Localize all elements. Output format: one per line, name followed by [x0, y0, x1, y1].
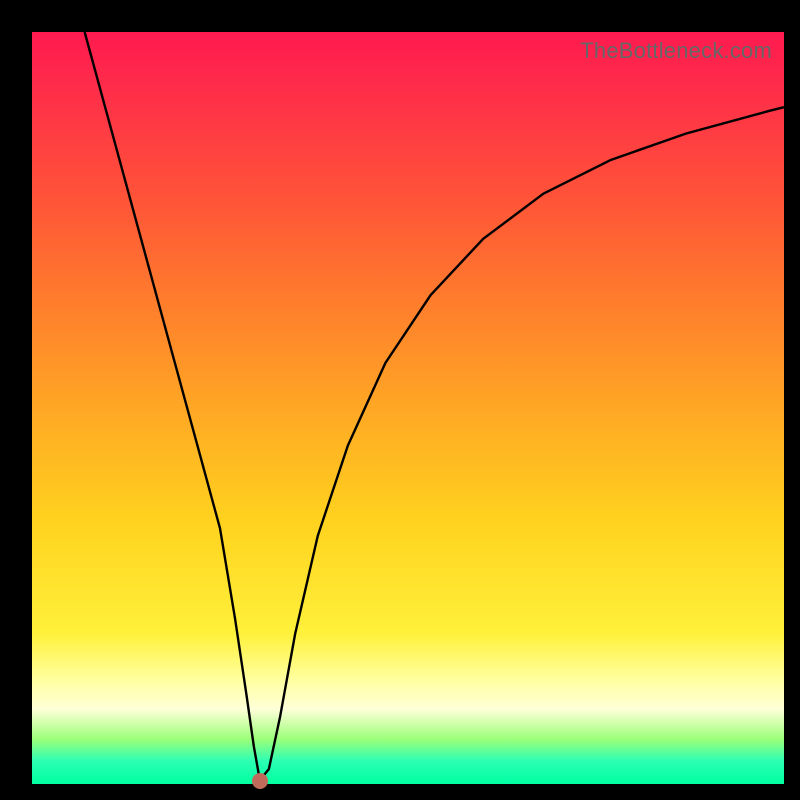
bottleneck-curve — [85, 32, 784, 780]
curve-svg — [32, 32, 784, 784]
plot-area: TheBottleneck.com — [32, 32, 784, 784]
chart-frame: TheBottleneck.com — [0, 0, 800, 800]
optimum-marker — [252, 773, 268, 789]
